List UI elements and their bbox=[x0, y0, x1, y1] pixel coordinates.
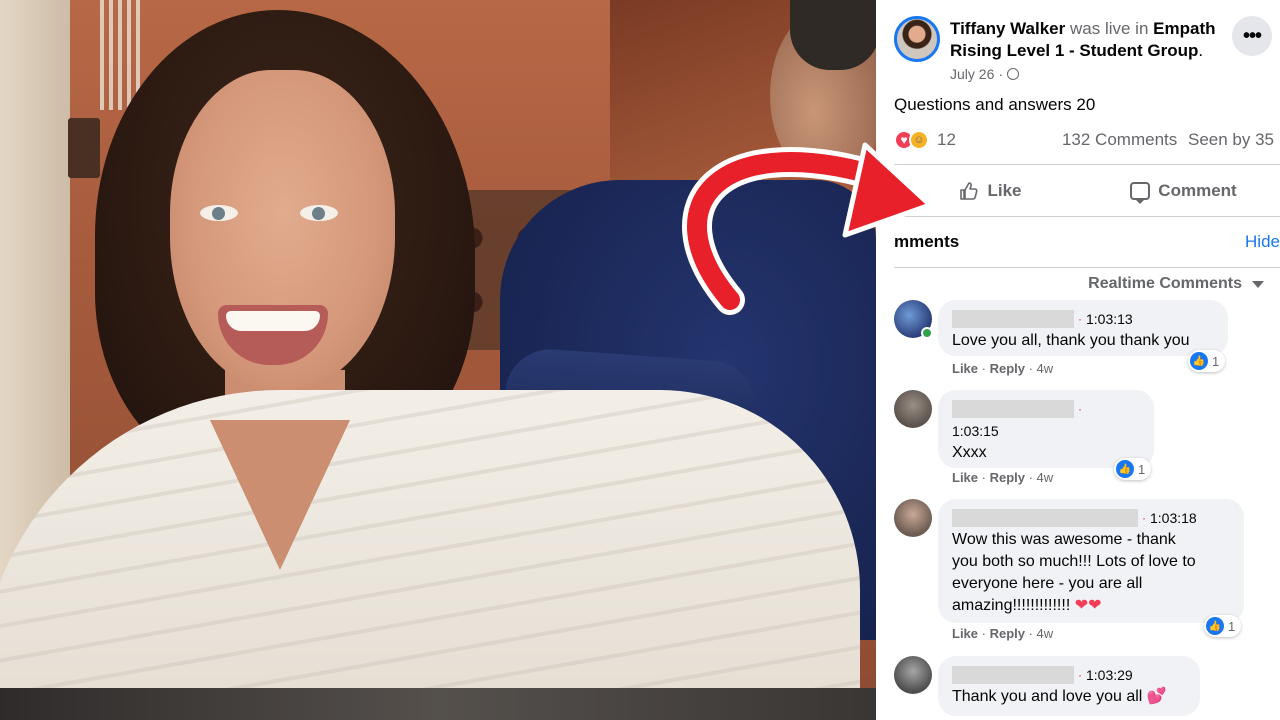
comment-like-badge[interactable]: 👍 1 bbox=[1114, 458, 1152, 480]
post-date: July 26 · bbox=[950, 66, 1020, 82]
dot-separator: · bbox=[1078, 668, 1082, 682]
hide-comments-link[interactable]: Hide bbox=[1245, 232, 1280, 252]
comments-header: mments Hide bbox=[894, 232, 1280, 252]
comments-count[interactable]: 132 Comments bbox=[1062, 130, 1177, 149]
divider bbox=[894, 216, 1280, 217]
heart-emoji: ❤❤ bbox=[1074, 597, 1102, 615]
comment-text: Love you all, thank you thank you bbox=[952, 332, 1190, 350]
hearts-emoji: 💕 bbox=[1146, 688, 1167, 706]
dot-separator: · bbox=[998, 66, 1004, 82]
sort-label: Realtime Comments bbox=[1088, 275, 1242, 292]
comment-timestamp[interactable]: 1:03:29 bbox=[1086, 667, 1133, 683]
comment-icon bbox=[1130, 182, 1151, 204]
dot-separator: · bbox=[1078, 402, 1082, 416]
redacted-name bbox=[952, 666, 1074, 684]
post-date-text[interactable]: July 26 bbox=[950, 66, 994, 82]
like-label: Like bbox=[987, 181, 1022, 200]
comment-timestamp[interactable]: 1:03:15 bbox=[952, 423, 999, 439]
stats-right: 132 Comments Seen by 35 bbox=[1062, 130, 1274, 150]
comment-like-link[interactable]: Like bbox=[952, 361, 978, 376]
comment-text-line: amazing!!!!!!!!!!!!! bbox=[952, 597, 1071, 615]
comment-button[interactable]: Comment bbox=[1087, 168, 1280, 214]
redacted-name bbox=[952, 310, 1074, 328]
comment-reply-link[interactable]: Reply bbox=[990, 626, 1025, 641]
like-count: 1 bbox=[1228, 618, 1236, 634]
comment-text: Xxxx bbox=[952, 444, 987, 462]
background-shelf bbox=[68, 118, 100, 178]
comment-reply-link[interactable]: Reply bbox=[990, 470, 1025, 485]
woman-eye-right bbox=[300, 205, 338, 221]
comment-like-badge[interactable]: 👍 1 bbox=[1188, 350, 1226, 372]
divider bbox=[894, 267, 1280, 268]
live-in-text: was live in bbox=[1070, 19, 1149, 38]
comment-reply-link[interactable]: Reply bbox=[990, 361, 1025, 376]
comment-meta: Like · Reply · 4w bbox=[952, 626, 1054, 641]
comment-like-badge[interactable]: 👍 1 bbox=[1204, 615, 1242, 637]
like-count: 1 bbox=[1138, 461, 1146, 477]
like-count: 1 bbox=[1212, 353, 1220, 369]
post-title: Tiffany Walker was live in Empath Rising… bbox=[950, 18, 1220, 62]
comment-text-line: everyone here - you are all bbox=[952, 575, 1143, 593]
redacted-name bbox=[952, 509, 1138, 527]
comment-text-line: you both so much!!! Lots of love to bbox=[952, 553, 1196, 571]
divider bbox=[894, 164, 1280, 165]
background-reeds bbox=[100, 0, 140, 110]
comments-title: mments bbox=[894, 232, 960, 251]
like-reaction-icon: 👍 bbox=[1116, 460, 1134, 478]
post-stats: ♥ ☺ 12 132 Comments Seen by 35 bbox=[894, 130, 1274, 152]
comment-bubble: · 1:03:29 Thank you and love you all 💕 bbox=[938, 656, 1200, 716]
seen-by[interactable]: Seen by 35 bbox=[1188, 130, 1274, 149]
comment-label: Comment bbox=[1158, 181, 1237, 200]
comment-age[interactable]: 4w bbox=[1037, 626, 1054, 641]
comment-sort-dropdown[interactable]: Realtime Comments bbox=[1088, 275, 1264, 293]
like-reaction-icon: 👍 bbox=[1206, 617, 1224, 635]
comment-bubble: · 1:03:18 Wow this was awesome - thank yo… bbox=[938, 499, 1244, 623]
group-privacy-icon bbox=[1007, 68, 1020, 80]
comment-like-link[interactable]: Like bbox=[952, 470, 978, 485]
reactions-summary[interactable]: ♥ ☺ 12 bbox=[894, 130, 956, 150]
title-period: . bbox=[1198, 41, 1204, 60]
commenter-avatar[interactable] bbox=[894, 499, 932, 537]
more-icon: ••• bbox=[1242, 24, 1262, 47]
more-options-button[interactable]: ••• bbox=[1232, 16, 1272, 56]
man-hair bbox=[790, 0, 876, 70]
caret-down-icon bbox=[1252, 280, 1264, 288]
thumbs-up-icon bbox=[960, 182, 979, 200]
author-name[interactable]: Tiffany Walker bbox=[950, 19, 1065, 38]
comment-like-link[interactable]: Like bbox=[952, 626, 978, 641]
like-button[interactable]: Like bbox=[894, 168, 1087, 214]
woman-eye-left bbox=[200, 205, 238, 221]
comment-meta: Like · Reply · 4w bbox=[952, 361, 1054, 376]
reaction-count: 12 bbox=[937, 130, 956, 149]
comment-timestamp[interactable]: 1:03:18 bbox=[1150, 510, 1197, 526]
commenter-avatar[interactable] bbox=[894, 390, 932, 428]
post-actions: Like Comment bbox=[894, 168, 1280, 214]
dot-separator: · bbox=[1142, 511, 1146, 525]
redacted-name bbox=[952, 400, 1074, 418]
author-avatar[interactable] bbox=[894, 16, 940, 62]
online-status-dot bbox=[921, 327, 933, 339]
comment-age[interactable]: 4w bbox=[1037, 361, 1054, 376]
dot-separator: · bbox=[1078, 312, 1082, 326]
care-reaction-icon: ☺ bbox=[909, 130, 929, 150]
comment-meta: Like · Reply · 4w bbox=[952, 470, 1054, 485]
video-bottom-bar bbox=[0, 688, 876, 720]
commenter-avatar[interactable] bbox=[894, 656, 932, 694]
post-side-panel: Tiffany Walker was live in Empath Rising… bbox=[876, 0, 1280, 720]
comment-timestamp[interactable]: 1:03:13 bbox=[1086, 311, 1133, 327]
comment-text-line: Wow this was awesome - thank bbox=[952, 531, 1176, 549]
post-text: Questions and answers 20 bbox=[894, 95, 1096, 114]
comment-age[interactable]: 4w bbox=[1037, 470, 1054, 485]
live-video-frame[interactable] bbox=[0, 0, 876, 720]
comment-bubble: · 1:03:13 Love you all, thank you thank y… bbox=[938, 300, 1228, 356]
comment-text: Thank you and love you all bbox=[952, 688, 1143, 706]
comment-bubble: · 1:03:15 Xxxx bbox=[938, 390, 1154, 468]
like-reaction-icon: 👍 bbox=[1190, 352, 1208, 370]
woman-white-blouse bbox=[0, 390, 860, 720]
